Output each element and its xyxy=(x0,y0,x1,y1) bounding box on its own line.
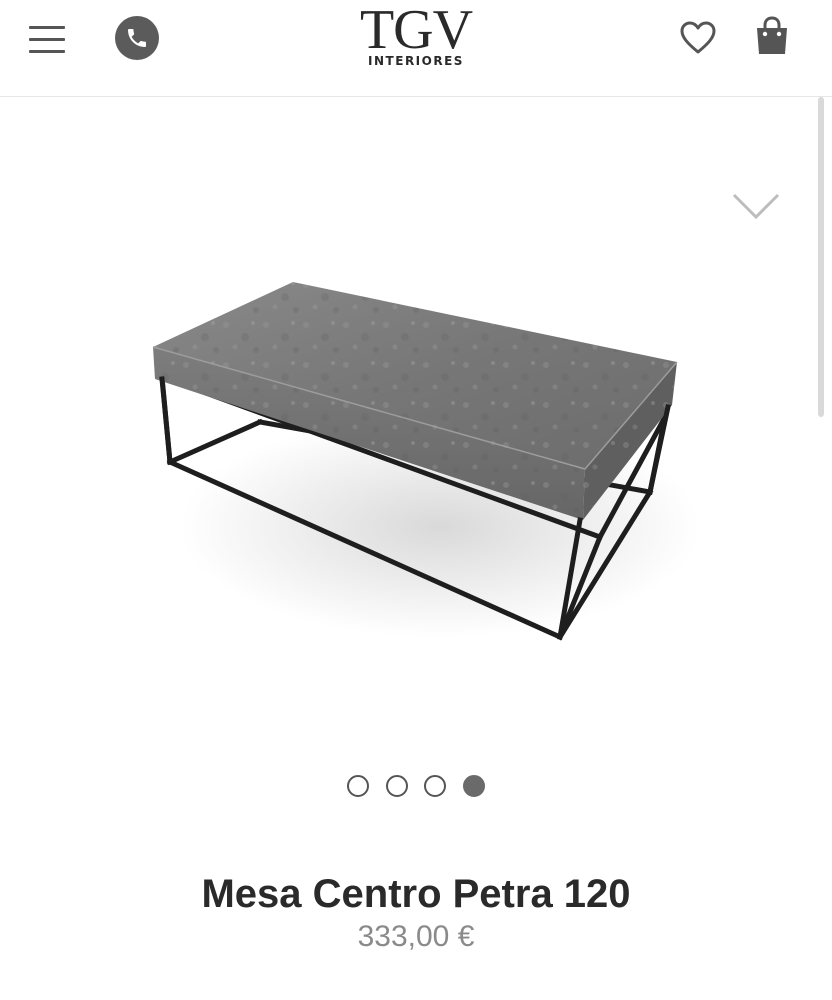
gallery-dot-3[interactable] xyxy=(424,775,447,797)
phone-icon[interactable] xyxy=(115,16,159,60)
gallery-dot-4[interactable] xyxy=(462,775,485,797)
top-header: TGV INTERIORES xyxy=(0,0,832,97)
product-page: TGV INTERIORES Mesa Centro Petra 120 333… xyxy=(0,0,832,1000)
chevron-down-icon[interactable] xyxy=(728,193,784,225)
product-gallery[interactable] xyxy=(0,97,832,832)
scrollbar[interactable] xyxy=(818,97,824,417)
product-price: 333,00 € xyxy=(357,920,475,953)
product-title: Mesa Centro Petra 120 xyxy=(201,871,631,916)
product-image[interactable] xyxy=(60,117,772,757)
heart-icon[interactable] xyxy=(679,20,717,56)
gallery-pagination xyxy=(0,775,832,803)
gallery-dot-2[interactable] xyxy=(385,775,408,797)
shopping-bag-icon[interactable] xyxy=(752,16,792,58)
brand-logo[interactable]: TGV INTERIORES xyxy=(340,2,492,68)
gallery-dot-1[interactable] xyxy=(347,775,370,797)
menu-icon[interactable] xyxy=(26,20,70,60)
logo-mark: TGV xyxy=(359,0,473,61)
